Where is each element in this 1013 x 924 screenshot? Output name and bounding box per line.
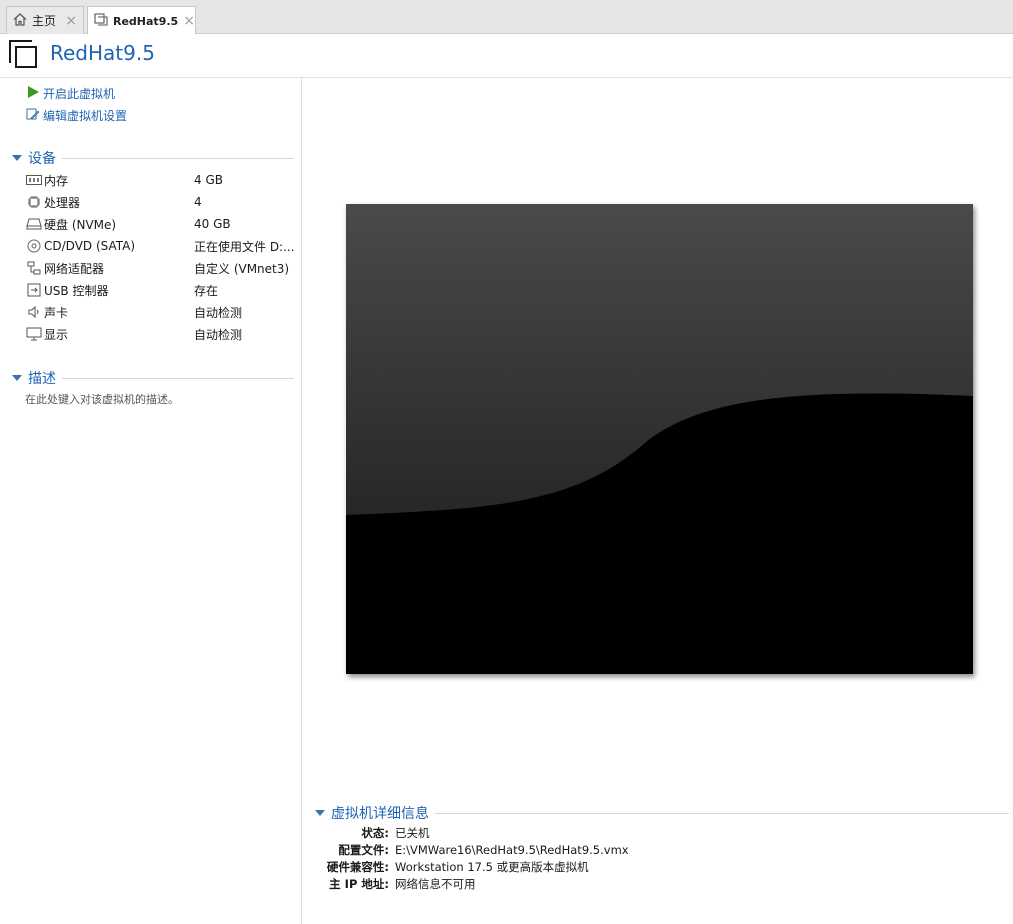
device-row-usb[interactable]: USB 控制器 存在	[26, 280, 296, 300]
detail-key: 主 IP 地址:	[329, 876, 389, 891]
section-divider	[62, 157, 294, 159]
edit-settings-button[interactable]: 编辑虚拟机设置	[26, 107, 127, 124]
tab-vm-label: RedHat9.5	[113, 14, 179, 28]
device-row-cd-dvd[interactable]: CD/DVD (SATA) 正在使用文件 D:...	[26, 236, 296, 256]
device-name: 硬盘 (NVMe)	[44, 217, 117, 232]
close-tab-home-icon[interactable]: ×	[65, 14, 77, 28]
vm-large-icon	[8, 39, 38, 72]
usb-icon	[26, 283, 42, 297]
device-name: 网络适配器	[44, 261, 105, 276]
device-name: 显示	[44, 327, 69, 342]
vm-icon	[94, 13, 108, 29]
tab-vm[interactable]: RedHat9.5 ×	[87, 6, 196, 35]
device-row-hard-disk[interactable]: 硬盘 (NVMe) 40 GB	[26, 214, 296, 234]
device-row-sound-card[interactable]: 声卡 自动检测	[26, 302, 296, 322]
power-on-button[interactable]: 开启此虚拟机	[26, 85, 115, 102]
section-divider	[435, 812, 1009, 814]
collapse-arrow-icon	[12, 375, 22, 381]
network-adapter-icon	[26, 261, 42, 275]
device-row-memory[interactable]: 内存 4 GB	[26, 170, 296, 190]
memory-icon	[26, 173, 42, 187]
device-value: 40 GB	[194, 217, 231, 231]
hard-disk-icon	[26, 217, 42, 231]
device-value: 自定义 (VMnet3)	[194, 261, 290, 276]
detail-row-status: 状态: 已关机	[300, 824, 1000, 841]
detail-row-config-file: 配置文件: E:\VMWare16\RedHat9.5\RedHat9.5.vm…	[300, 841, 1000, 858]
section-divider	[62, 377, 294, 379]
devices-section-header[interactable]: 设备	[12, 149, 294, 167]
vm-preview-graphic	[346, 204, 973, 674]
power-on-label: 开启此虚拟机	[43, 87, 116, 101]
vm-details-section-title: 虚拟机详细信息	[331, 806, 429, 822]
tab-home-label: 主页	[32, 14, 57, 28]
tab-home[interactable]: 主页 ×	[6, 6, 84, 34]
sound-card-icon	[26, 305, 42, 319]
detail-value: Workstation 17.5 或更高版本虚拟机	[395, 859, 589, 874]
device-value: 自动检测	[194, 305, 243, 320]
home-icon	[13, 12, 27, 29]
detail-key: 硬件兼容性:	[326, 859, 389, 874]
edit-settings-label: 编辑虚拟机设置	[43, 109, 128, 123]
vm-screen-preview[interactable]	[346, 204, 973, 674]
device-value: 4	[194, 195, 202, 209]
edit-settings-icon	[26, 107, 40, 124]
collapse-arrow-icon	[12, 155, 22, 161]
detail-value: E:\VMWare16\RedHat9.5\RedHat9.5.vmx	[395, 842, 629, 857]
device-value: 4 GB	[194, 173, 223, 187]
description-section-title: 描述	[28, 371, 56, 387]
device-name: USB 控制器	[44, 283, 109, 298]
page-title: RedHat9.5	[50, 41, 155, 65]
device-name: 处理器	[44, 195, 81, 210]
cd-dvd-icon	[26, 239, 42, 253]
close-tab-vm-icon[interactable]: ×	[183, 14, 195, 28]
device-row-cpu[interactable]: 处理器 4	[26, 192, 296, 212]
device-value: 正在使用文件 D:...	[194, 239, 295, 254]
vm-details-section-header[interactable]: 虚拟机详细信息	[315, 804, 1009, 822]
detail-key: 配置文件:	[338, 842, 389, 857]
device-row-display[interactable]: 显示 自动检测	[26, 324, 296, 344]
device-name: 内存	[44, 173, 69, 188]
description-section-header[interactable]: 描述	[12, 369, 294, 387]
detail-row-hardware-compatibility: 硬件兼容性: Workstation 17.5 或更高版本虚拟机	[300, 858, 1000, 875]
cpu-icon	[26, 195, 42, 209]
play-icon	[26, 85, 40, 102]
device-name: 声卡	[44, 305, 69, 320]
detail-key: 状态:	[361, 825, 389, 840]
detail-row-primary-ip: 主 IP 地址: 网络信息不可用	[300, 875, 1000, 892]
tab-strip: 主页 × RedHat9.5 ×	[0, 0, 1013, 35]
description-input[interactable]: 在此处键入对该虚拟机的描述。	[25, 391, 179, 407]
detail-value: 已关机	[395, 825, 430, 840]
devices-section-title: 设备	[28, 151, 56, 167]
device-value: 自动检测	[194, 327, 243, 342]
device-value: 存在	[194, 283, 219, 298]
device-row-network-adapter[interactable]: 网络适配器 自定义 (VMnet3)	[26, 258, 296, 278]
display-icon	[26, 327, 42, 341]
left-panel: 开启此虚拟机 编辑虚拟机设置 设备 内存 4 GB 处理器 4 硬盘 (NVMe…	[0, 78, 302, 924]
collapse-arrow-icon	[315, 810, 325, 816]
device-name: CD/DVD (SATA)	[44, 239, 136, 253]
detail-value: 网络信息不可用	[395, 876, 476, 891]
vm-header: RedHat9.5	[0, 34, 1013, 78]
